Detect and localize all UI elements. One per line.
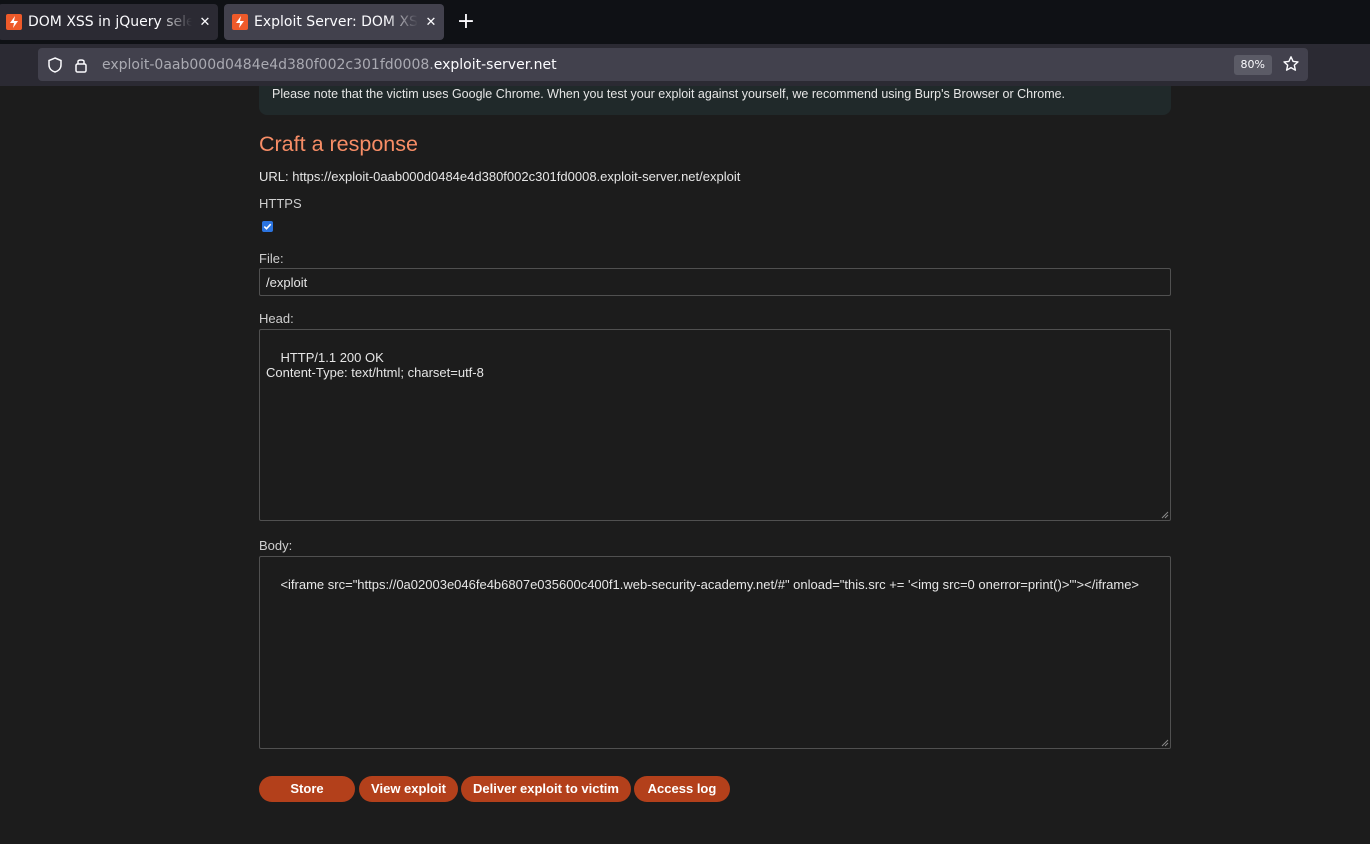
section-title: Craft a response	[259, 132, 418, 156]
store-button[interactable]: Store	[259, 776, 355, 802]
lock-icon[interactable]	[72, 56, 90, 74]
body-label: Body:	[259, 538, 293, 553]
checkmark-icon	[263, 223, 272, 230]
url-prefix: exploit-0aab000d0484e4d380f002c301fd0008…	[102, 56, 434, 73]
burp-favicon-icon	[6, 14, 22, 30]
url-text[interactable]: exploit-0aab000d0484e4d380f002c301fd0008…	[102, 57, 557, 73]
close-icon[interactable]: ✕	[418, 15, 444, 30]
tab-title: DOM XSS in jQuery selector sink using a …	[28, 14, 192, 30]
resize-grip-icon[interactable]	[1159, 509, 1169, 519]
head-label: Head:	[259, 311, 294, 326]
chrome-notice: Please note that the victim uses Google …	[259, 86, 1171, 115]
exploit-url: URL: https://exploit-0aab000d0484e4d380f…	[259, 169, 741, 184]
head-textarea[interactable]: HTTP/1.1 200 OK Content-Type: text/html;…	[259, 329, 1171, 521]
file-input[interactable]: /exploit	[259, 268, 1171, 296]
tab-exploit-server[interactable]: Exploit Server: DOM XSS in jQuery select…	[224, 4, 444, 40]
tab-title: Exploit Server: DOM XSS in jQuery select…	[254, 14, 418, 30]
body-text: <iframe src="https://0a02003e046fe4b6807…	[280, 577, 1140, 592]
https-label: HTTPS	[259, 196, 302, 211]
https-checkbox[interactable]	[262, 221, 273, 232]
file-label: File:	[259, 251, 284, 266]
close-icon[interactable]: ✕	[192, 15, 218, 30]
deliver-exploit-button[interactable]: Deliver exploit to victim	[461, 776, 631, 802]
url-host: exploit-server.net	[433, 56, 557, 73]
bookmark-star-icon[interactable]	[1282, 55, 1300, 73]
zoom-level-badge[interactable]: 80%	[1233, 55, 1272, 75]
page-content: Please note that the victim uses Google …	[0, 86, 1370, 844]
navigation-bar: exploit-0aab000d0484e4d380f002c301fd0008…	[0, 44, 1370, 86]
access-log-button[interactable]: Access log	[634, 776, 730, 802]
body-textarea[interactable]: <iframe src="https://0a02003e046fe4b6807…	[259, 556, 1171, 749]
address-bar[interactable]: exploit-0aab000d0484e4d380f002c301fd0008…	[38, 48, 1308, 81]
tab-lab[interactable]: DOM XSS in jQuery selector sink using a …	[0, 4, 218, 40]
shield-icon[interactable]	[46, 56, 64, 74]
burp-favicon-icon	[232, 14, 248, 30]
tab-bar: DOM XSS in jQuery selector sink using a …	[0, 0, 1370, 44]
head-text: HTTP/1.1 200 OK Content-Type: text/html;…	[266, 350, 484, 380]
resize-grip-icon[interactable]	[1159, 737, 1169, 747]
view-exploit-button[interactable]: View exploit	[359, 776, 458, 802]
new-tab-button[interactable]: +	[452, 8, 480, 36]
